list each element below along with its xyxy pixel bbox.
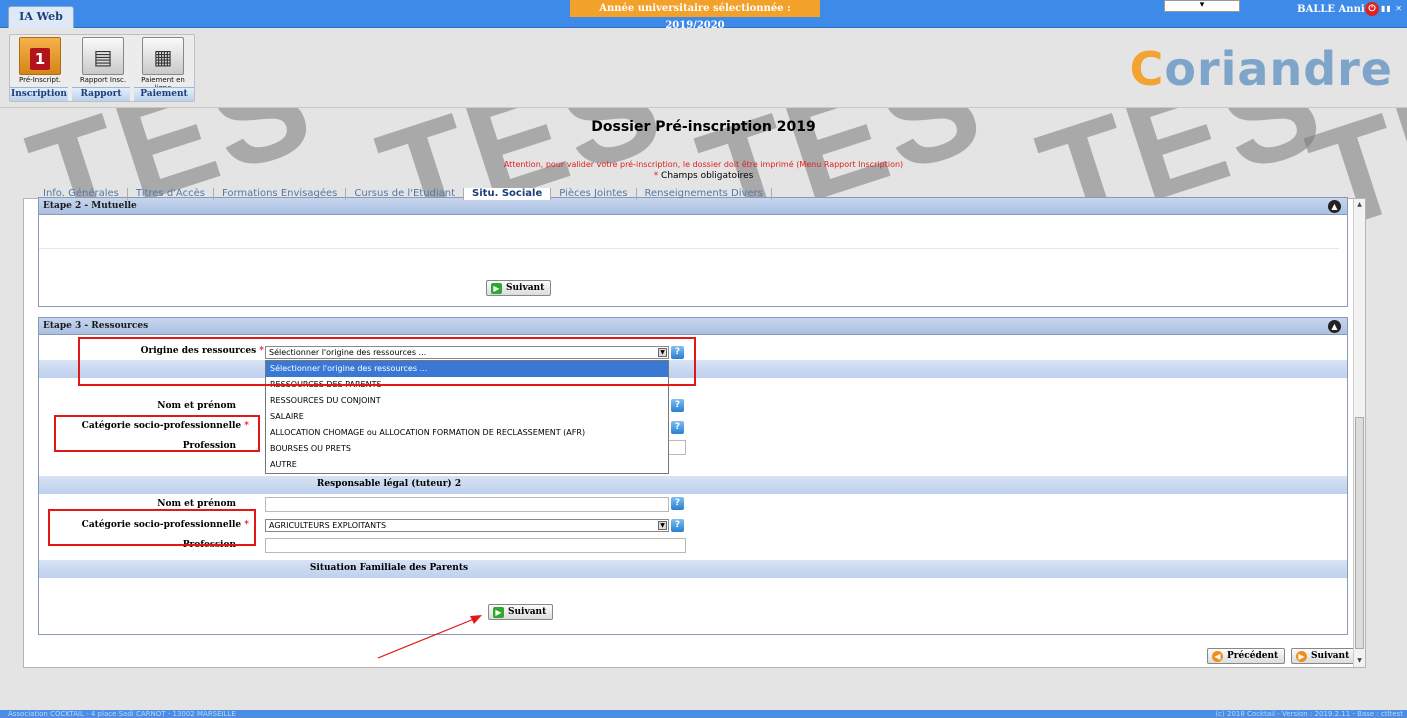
toolbar-group: 1 Pré-Inscript. ▤ Rapport Insc. ▦ Paieme… bbox=[9, 34, 195, 102]
option-salaire[interactable]: SALAIRE bbox=[266, 409, 668, 425]
footer-bar: Association COCKTAIL - 4 place Sadi CARN… bbox=[0, 710, 1407, 718]
module-toolbar: 1 Pré-Inscript. ▤ Rapport Insc. ▦ Paieme… bbox=[0, 28, 1407, 108]
categorie-select-2[interactable]: AGRICULTEURS EXPLOITANTS ▼ bbox=[265, 519, 669, 532]
help-icon[interactable]: ? bbox=[671, 497, 684, 510]
origine-select[interactable]: Sélectionner l'origine des ressources ..… bbox=[265, 346, 669, 359]
nom-label-2: Nom et prénom bbox=[157, 499, 236, 509]
option-ressources-conjoint[interactable]: RESSOURCES DU CONJOINT bbox=[266, 393, 668, 409]
academic-year-label: Année universitaire sélectionnée : 2019/… bbox=[570, 0, 820, 31]
option-default[interactable]: Sélectionner l'origine des ressources ..… bbox=[266, 361, 668, 377]
form-tabs: Info. Générales Titres d'Accès Formation… bbox=[35, 188, 772, 200]
categorie-label-2: Catégorie socio-professionnelle * bbox=[81, 520, 249, 530]
top-bar: IA Web Année universitaire sélectionnée … bbox=[0, 0, 1407, 31]
footer-address: Association COCKTAIL - 4 place Sadi CARN… bbox=[8, 710, 236, 718]
language-flags-icon[interactable]: ▮▮ ✕ bbox=[1381, 4, 1403, 13]
tab-formations-envisagees[interactable]: Formations Envisagées bbox=[214, 188, 347, 200]
help-icon[interactable]: ? bbox=[671, 346, 684, 359]
chevron-down-icon: ▼ bbox=[658, 348, 667, 357]
report-icon: ▤ bbox=[82, 37, 124, 75]
arrow-left-icon: ◀ bbox=[1212, 651, 1223, 662]
form-header: Dossier Pré-inscription 2019 Attention, … bbox=[0, 109, 1407, 199]
category-rapport[interactable]: Rapport bbox=[72, 87, 130, 101]
category-paiement[interactable]: Paiement bbox=[134, 87, 194, 101]
option-ressources-parents[interactable]: RESSOURCES DES PARENTS bbox=[266, 377, 668, 393]
category-inscription[interactable]: Inscription bbox=[10, 87, 68, 101]
option-allocation-chomage[interactable]: ALLOCATION CHOMAGE ou ALLOCATION FORMATI… bbox=[266, 425, 668, 441]
vertical-scrollbar[interactable]: ▲ ▼ bbox=[1353, 199, 1365, 667]
etape-3-header[interactable]: Etape 3 - Ressources ▲ bbox=[39, 318, 1347, 335]
scroll-thumb[interactable] bbox=[1355, 417, 1364, 649]
page-title: Dossier Pré-inscription 2019 bbox=[591, 119, 816, 135]
tab-renseignements-divers[interactable]: Renseignements Divers bbox=[637, 188, 772, 200]
app-tab[interactable]: IA Web bbox=[8, 6, 74, 28]
scroll-down-icon[interactable]: ▼ bbox=[1354, 655, 1365, 667]
help-icon[interactable]: ? bbox=[671, 519, 684, 532]
pre-inscription-button[interactable]: 1 Pré-Inscript. bbox=[13, 35, 67, 89]
etape-3-section: Etape 3 - Ressources ▲ Origine des ressou… bbox=[38, 317, 1348, 635]
collapse-icon[interactable]: ▲ bbox=[1328, 200, 1341, 213]
option-bourses-prets[interactable]: BOURSES OU PRETS bbox=[266, 441, 668, 457]
help-icon[interactable]: ? bbox=[671, 421, 684, 434]
etape-3-next-button[interactable]: ▶ Suivant bbox=[488, 604, 554, 620]
previous-button[interactable]: ◀ Précédent bbox=[1207, 648, 1286, 664]
profession-label-2: Profession bbox=[182, 540, 236, 550]
divider bbox=[39, 248, 1339, 249]
scroll-up-icon[interactable]: ▲ bbox=[1354, 199, 1365, 211]
form-panel: Etape 2 - Mutuelle ▲ ▶ Suivant Etape 3 - R… bbox=[23, 197, 1366, 668]
categorie-label-1: Catégorie socio-professionnelle * bbox=[81, 421, 249, 431]
payment-icon: ▦ bbox=[142, 37, 184, 75]
etape-2-next-button[interactable]: ▶ Suivant bbox=[486, 280, 552, 296]
user-menu-dropdown[interactable]: ▾ bbox=[1164, 0, 1240, 12]
arrow-right-icon: ▶ bbox=[493, 607, 504, 618]
help-icon[interactable]: ? bbox=[671, 399, 684, 412]
power-icon[interactable]: ⏻ bbox=[1365, 2, 1379, 16]
required-fields-note: * Champs obligatoires bbox=[653, 171, 754, 181]
print-warning: Attention, pour valider votre pré-inscri… bbox=[503, 160, 904, 169]
responsable-2-header: Responsable légal (tuteur) 2 bbox=[39, 476, 1347, 494]
tab-situ-sociale[interactable]: Situ. Sociale bbox=[464, 188, 552, 200]
nom-label-1: Nom et prénom bbox=[157, 401, 236, 411]
collapse-icon[interactable]: ▲ bbox=[1328, 320, 1341, 333]
responsable-1-header bbox=[39, 360, 1347, 378]
profession-input-2[interactable] bbox=[265, 538, 686, 553]
coriandre-logo: Coriandre bbox=[1129, 42, 1393, 96]
profession-label-1: Profession bbox=[182, 441, 236, 451]
next-button[interactable]: ▶ Suivant bbox=[1291, 648, 1357, 664]
arrow-right-icon: ▶ bbox=[491, 283, 502, 294]
tab-titres-acces[interactable]: Titres d'Accès bbox=[128, 188, 214, 200]
tab-cursus-etudiant[interactable]: Cursus de l'Etudiant bbox=[346, 188, 465, 200]
pre-inscription-icon: 1 bbox=[19, 37, 61, 75]
etape-2-header[interactable]: Etape 2 - Mutuelle ▲ bbox=[39, 198, 1347, 215]
chevron-down-icon: ▼ bbox=[658, 521, 667, 530]
nom-input-2[interactable] bbox=[265, 497, 669, 512]
rapport-inscription-button[interactable]: ▤ Rapport Insc. bbox=[76, 35, 130, 89]
origine-dropdown-list: Sélectionner l'origine des ressources ..… bbox=[265, 360, 669, 474]
tab-pieces-jointes[interactable]: Pièces Jointes bbox=[551, 188, 637, 200]
option-autre[interactable]: AUTRE bbox=[266, 457, 668, 473]
situation-familiale-header: Situation Familiale des Parents bbox=[39, 560, 1347, 578]
footer-version: (c) 2018 Cocktail - Version : 2019.2.11 … bbox=[1215, 710, 1403, 718]
tab-info-generales[interactable]: Info. Générales bbox=[35, 188, 128, 200]
paiement-en-ligne-button[interactable]: ▦ Paiement en ligne bbox=[136, 35, 190, 92]
origine-label: Origine des ressources * bbox=[140, 346, 264, 356]
user-name: BALLE Annie bbox=[1297, 4, 1371, 15]
arrow-right-icon: ▶ bbox=[1296, 651, 1307, 662]
etape-2-section: Etape 2 - Mutuelle ▲ ▶ Suivant bbox=[38, 197, 1348, 307]
